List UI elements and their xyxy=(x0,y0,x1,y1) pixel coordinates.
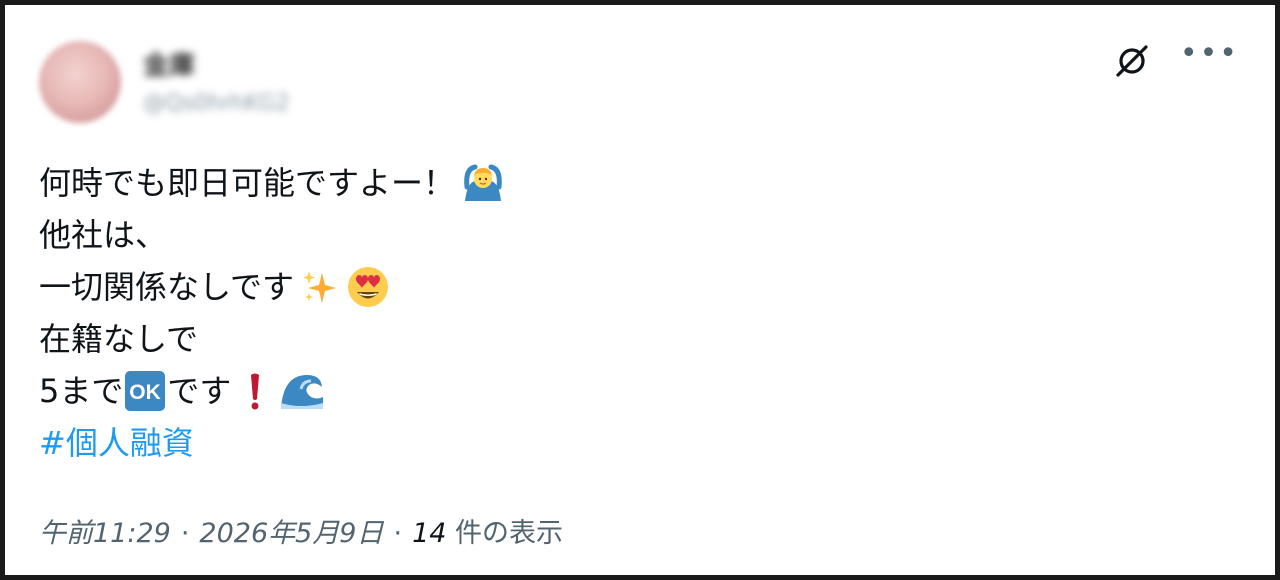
tweet-line-5: 5まで OK です xyxy=(39,365,505,417)
hashtag-link[interactable]: #個人融資 xyxy=(39,417,194,469)
tweet-date[interactable]: 2026年5月9日 xyxy=(199,518,383,549)
views-label: 件の表示 xyxy=(446,518,564,549)
author-handle[interactable]: @Qs0hrhKG2 xyxy=(143,91,290,116)
water-wave-emoji xyxy=(279,369,325,413)
grok-slash-icon[interactable] xyxy=(1112,41,1152,81)
tweet-time[interactable]: 午前11:29 xyxy=(39,518,171,549)
tweet-line-3: 一切関係なしです xyxy=(39,261,505,313)
meta-separator: · xyxy=(180,518,190,549)
author-display-name[interactable]: 金庫 xyxy=(143,45,195,81)
ok-button-emoji: OK xyxy=(123,369,167,413)
person-gesturing-ok-emoji xyxy=(461,161,505,205)
more-dots-icon[interactable]: ••• xyxy=(1180,39,1239,69)
tweet-line-2: 他社は、 xyxy=(39,209,505,261)
tweet-meta: 午前11:29 · 2026年5月9日 · 14 件の表示 xyxy=(39,511,563,550)
tweet-line-text: 在籍なしで xyxy=(39,320,199,358)
tweet-line-4: 在籍なしで xyxy=(39,313,505,365)
tweet-line-6: #個人融資 xyxy=(39,417,505,469)
tweet-line-text: 何時でも即日可能ですよー！ xyxy=(39,164,456,202)
exclamation-mark-emoji xyxy=(245,369,265,413)
tweet-card: 金庫 @Qs0hrhKG2 ••• 何時でも即日可能ですよー！ 他社は、 一切関… xyxy=(0,0,1280,580)
tweet-line-text: 5まで xyxy=(39,372,124,410)
tweet-line-text: です xyxy=(167,372,232,410)
heart-eyes-emoji xyxy=(346,265,390,309)
tweet-actions: ••• xyxy=(1112,39,1239,81)
views-count[interactable]: 14 xyxy=(412,518,446,549)
tweet-line-1: 何時でも即日可能ですよー！ xyxy=(39,157,505,209)
avatar[interactable] xyxy=(39,41,121,123)
meta-separator: · xyxy=(393,518,403,549)
tweet-line-text: 他社は、 xyxy=(39,216,168,254)
sparkles-emoji xyxy=(300,267,340,307)
tweet-text: 何時でも即日可能ですよー！ 他社は、 一切関係なしです 在籍なしで 5まで OK… xyxy=(39,157,505,469)
svg-text:OK: OK xyxy=(130,381,162,404)
tweet-line-text: 一切関係なしです xyxy=(39,268,295,306)
